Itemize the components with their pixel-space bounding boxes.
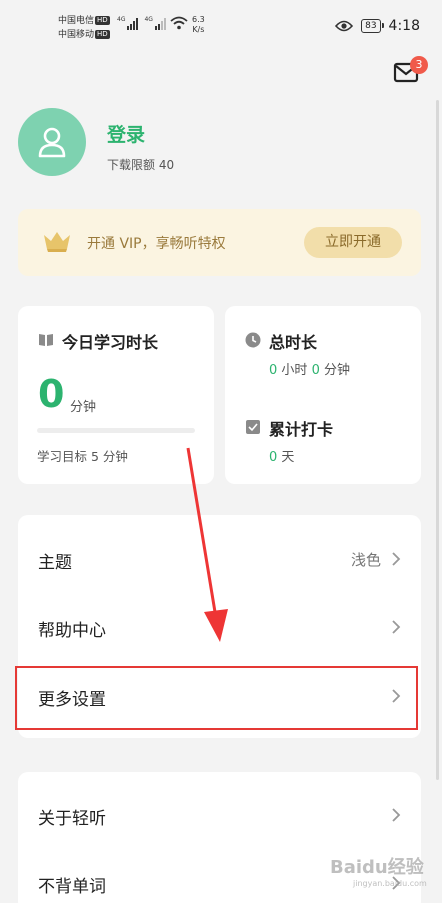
chevron-right-icon [392,808,401,822]
clock: 4:18 [388,18,420,34]
carrier-telecom: 中国电信 [58,16,95,26]
checkin-title: 累计打卡 [269,420,334,439]
chevron-right-icon [392,620,401,634]
signal-icon: 4G [117,16,139,30]
carrier-mobile: 中国移动 [58,30,95,40]
profile-section[interactable]: 登录 下载限额 40 [18,108,318,180]
signal-icon: 4G [144,16,166,30]
menu-item-label: 主题 [38,553,72,573]
today-minutes-unit: 分钟 [70,400,97,415]
total-time-title: 总时长 [269,333,318,352]
hd-badge: HD [95,16,110,25]
menu-item-label: 不背单词 [38,877,106,897]
total-time-card[interactable]: 总时长 0 小时 0 分钟 累计打卡 0 天 [225,306,421,484]
chevron-right-icon [392,552,401,566]
eye-icon [335,20,354,32]
menu-item-help[interactable]: 帮助中心 [18,594,421,662]
calendar-icon [246,420,260,434]
menu-item-label: 关于轻听 [38,809,106,829]
today-study-card[interactable]: 今日学习时长 0 分钟 学习目标 5 分钟 [18,306,214,484]
scrollbar[interactable] [436,100,439,780]
theme-value: 浅色 [350,551,381,569]
carrier-info: 中国电信 HD 中国移动 HD [58,14,110,42]
clock-icon [245,332,261,348]
total-time-value: 0 小时 0 分钟 [269,363,351,378]
battery-indicator: 83 [361,19,385,33]
checkin-value: 0 天 [269,450,295,465]
network-speed: 6.3 K/s [192,15,205,34]
watermark-url: jingyan.baidu.com [353,879,427,888]
avatar[interactable] [18,108,86,176]
today-minutes: 0 [38,372,65,416]
crown-icon [44,232,70,252]
download-quota: 下载限额 40 [107,158,175,172]
menu-item-about[interactable]: 关于轻听 [18,782,421,850]
study-progress-bar [37,428,195,433]
signal-icons: 4G 4G [117,16,166,30]
status-right: 83 4:18 [335,18,420,34]
mail-badge: 3 [410,56,428,74]
watermark: Baidu经验 [330,857,424,878]
book-icon [39,334,53,346]
open-vip-button[interactable]: 立即开通 [304,227,402,258]
login-link[interactable]: 登录 [107,120,145,147]
annotation-highlight-box [15,666,418,730]
hd-badge: HD [95,30,110,39]
vip-promo-text: 开通 VIP，享畅听特权 [87,236,226,252]
wifi-icon [170,16,188,30]
today-study-title: 今日学习时长 [62,333,159,352]
menu-item-theme[interactable]: 主题 浅色 [18,526,421,594]
vip-banner[interactable]: 开通 VIP，享畅听特权 立即开通 [18,209,421,276]
study-goal: 学习目标 5 分钟 [37,449,128,464]
status-bar: 中国电信 HD 中国移动 HD 4G 4G 6.3 K/s 83 4:18 [0,0,442,48]
menu-item-label: 帮助中心 [38,621,106,641]
user-icon [38,127,66,158]
